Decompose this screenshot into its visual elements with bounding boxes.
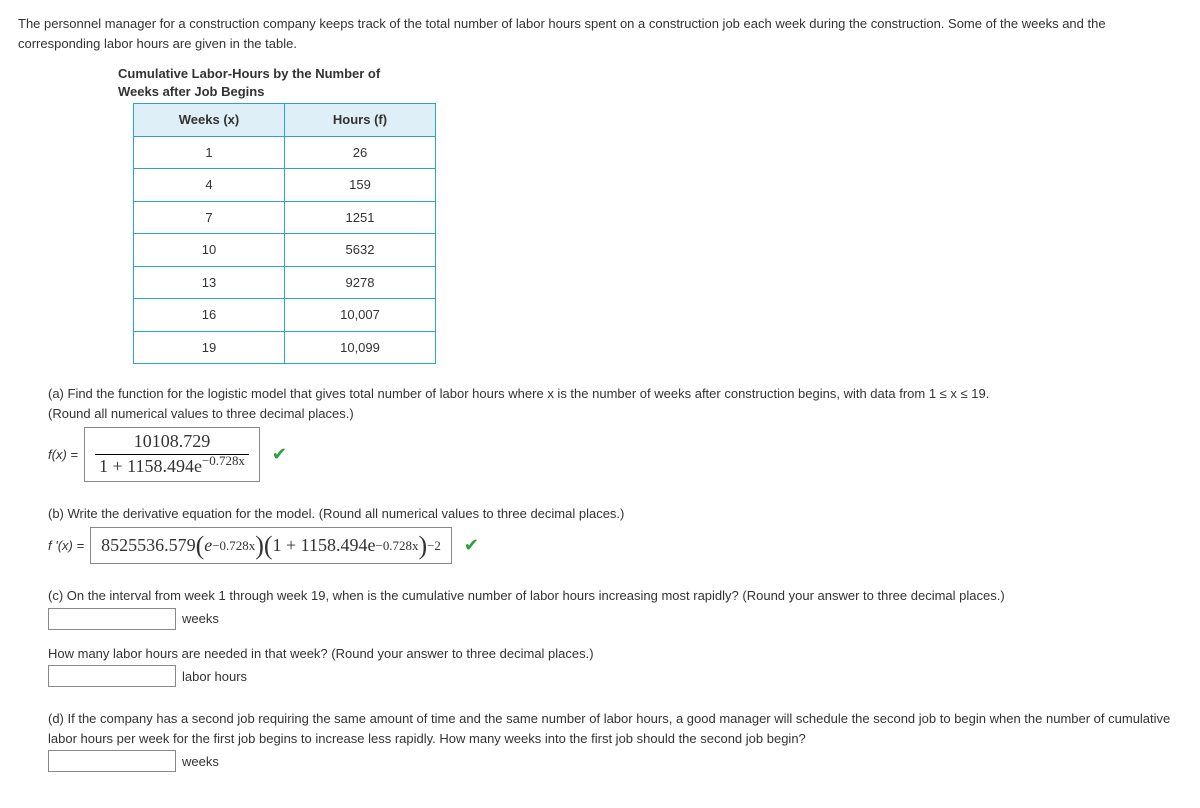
part-d: (d) If the company has a second job requ… [48, 709, 1182, 772]
table-row: 126 [134, 136, 436, 169]
table-title-line2: Weeks after Job Begins [118, 84, 264, 99]
part-b-answer-box[interactable]: 8525536.579(e−0.728x)(1 + 1158.494e−0.72… [90, 527, 452, 564]
table-row: 105632 [134, 234, 436, 267]
part-c-sub-prompt: How many labor hours are needed in that … [48, 644, 1182, 664]
table-title-line1: Cumulative Labor-Hours by the Number of [118, 66, 380, 81]
part-a-prompt1: (a) Find the function for the logistic m… [48, 384, 1182, 404]
part-b-coef: 8525536.579 [101, 532, 196, 559]
col-header-weeks: Weeks (x) [134, 104, 285, 137]
part-a-answer-box[interactable]: 10108.729 1 + 1158.494e−0.728x [84, 427, 260, 482]
part-c-prompt: (c) On the interval from week 1 through … [48, 586, 1182, 606]
part-b-mid: 1 + 1158.494e [273, 532, 376, 559]
problem-intro: The personnel manager for a construction… [18, 14, 1182, 53]
part-c-input-hours[interactable] [48, 665, 176, 687]
part-c-input-weeks[interactable] [48, 608, 176, 630]
table-row: 4159 [134, 169, 436, 202]
part-a: (a) Find the function for the logistic m… [48, 384, 1182, 482]
part-a-den-exp: −0.728x [202, 453, 245, 468]
part-a-numerator: 10108.729 [130, 432, 215, 454]
table-row: 71251 [134, 201, 436, 234]
table-row: 139278 [134, 266, 436, 299]
part-a-den-prefix: 1 + 1158.494e [99, 456, 202, 476]
part-b-lhs: f '(x) = [48, 536, 84, 556]
table-row: 1610,007 [134, 299, 436, 332]
part-b: (b) Write the derivative equation for th… [48, 504, 1182, 565]
part-d-prompt: (d) If the company has a second job requ… [48, 709, 1182, 748]
table-title: Cumulative Labor-Hours by the Number of … [118, 65, 1182, 101]
part-c-unit: weeks [182, 609, 219, 629]
part-c: (c) On the interval from week 1 through … [48, 586, 1182, 687]
table-row: 1910,099 [134, 331, 436, 364]
part-d-input-weeks[interactable] [48, 750, 176, 772]
part-a-prompt2: (Round all numerical values to three dec… [48, 404, 1182, 424]
part-a-lhs: f(x) = [48, 445, 78, 465]
data-table: Weeks (x) Hours (f) 126 4159 71251 10563… [133, 103, 436, 364]
part-b-prompt: (b) Write the derivative equation for th… [48, 504, 1182, 524]
part-c-sub-unit: labor hours [182, 667, 247, 687]
col-header-hours: Hours (f) [285, 104, 436, 137]
check-icon: ✔ [272, 441, 287, 468]
part-d-unit: weeks [182, 752, 219, 772]
check-icon: ✔ [464, 532, 479, 559]
